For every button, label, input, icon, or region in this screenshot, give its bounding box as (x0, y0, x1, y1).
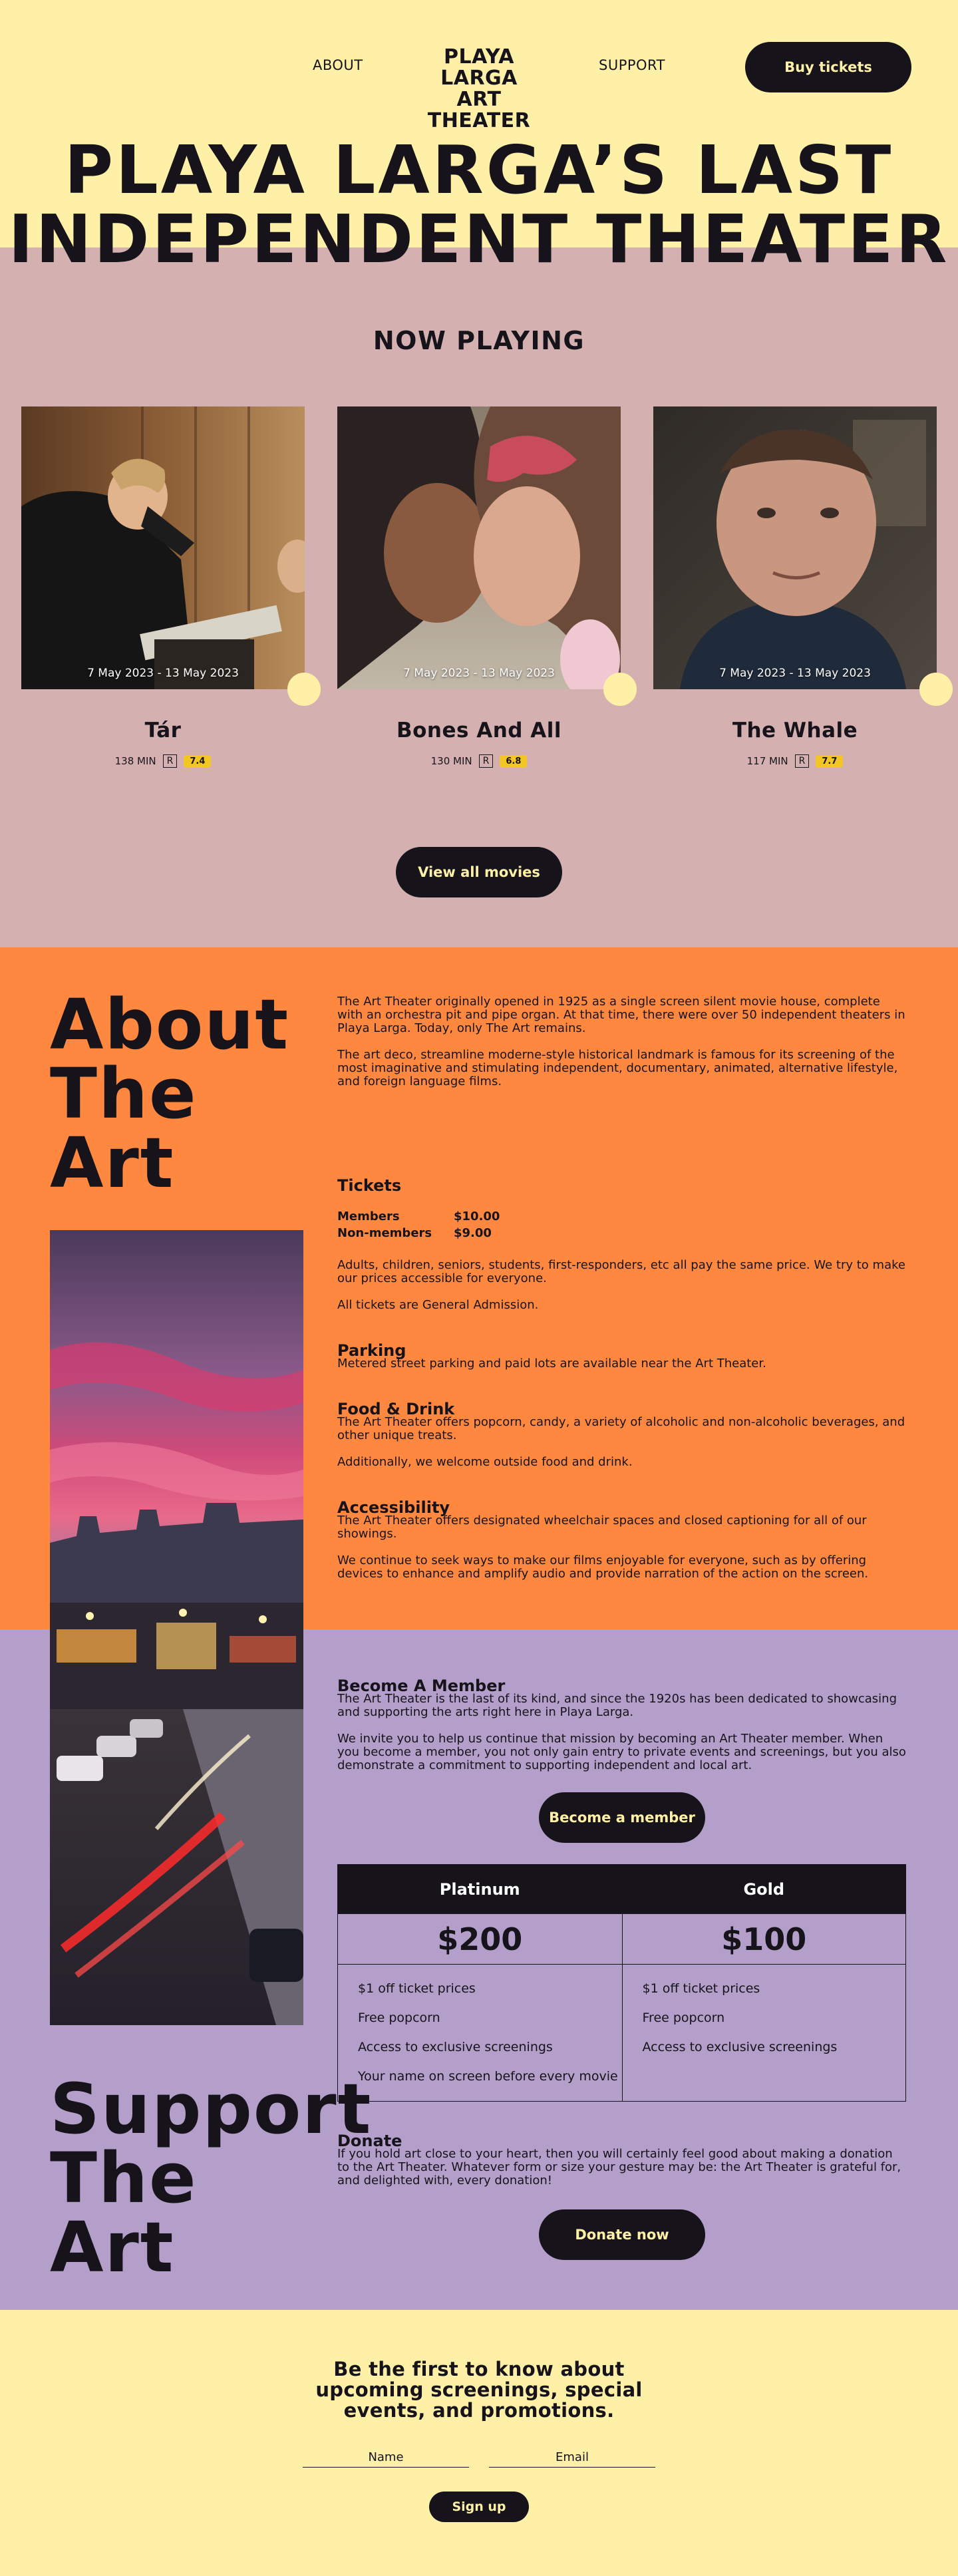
logo-line-1: PLAYA LARGA (440, 45, 518, 90)
support-heading-line-1: Support (50, 2068, 373, 2150)
tier-perk: Free popcorn (642, 2011, 725, 2025)
movie-score-badge: 7.7 (816, 754, 844, 768)
membership-tiers-table: Platinum $200 $1 off ticket prices Free … (337, 1864, 906, 2102)
movie-title[interactable]: The Whale (653, 719, 937, 742)
nonmembers-label: Non-members (337, 1226, 432, 1240)
city-street-image (50, 1230, 303, 2025)
nav-support-link[interactable]: SUPPORT (599, 57, 665, 73)
nonmembers-price-row: Non-members $9.00 (337, 1226, 492, 1240)
about-heading: About The Art (50, 990, 316, 1198)
about-heading-line-1: About (50, 984, 290, 1065)
site-logo[interactable]: PLAYA LARGA ART THEATER (402, 47, 556, 132)
tickets-paragraph: Adults, children, seniors, students, fir… (337, 1258, 905, 1285)
tier-perk: $1 off ticket prices (358, 1981, 476, 1996)
about-heading-line-2: The (50, 1053, 198, 1134)
members-price: $10.00 (454, 1209, 500, 1223)
tier-platinum[interactable]: Platinum $200 $1 off ticket prices Free … (338, 1865, 622, 2101)
logo-line-2: ART THEATER (427, 88, 531, 132)
members-label: Members (337, 1209, 400, 1223)
movie-rating: R (162, 754, 178, 768)
movie-card[interactable]: 7 May 2023 - 13 May 2023 Bones And All 1… (337, 406, 637, 768)
hero-title-line-2: INDEPENDENT THEATER (8, 200, 950, 278)
nonmembers-price: $9.00 (454, 1226, 492, 1240)
food-drink-paragraph: Additionally, we welcome outside food an… (337, 1455, 633, 1469)
accessibility-paragraph: We continue to seek ways to make our fil… (337, 1553, 869, 1581)
poster-image-tar (21, 406, 305, 689)
member-paragraph: We invite you to help us continue that m… (337, 1732, 906, 1772)
movie-card[interactable]: 7 May 2023 - 13 May 2023 Tár 138 MIN R 7… (21, 406, 321, 768)
movie-title[interactable]: Tár (21, 719, 305, 742)
tier-perk: $1 off ticket prices (642, 1981, 760, 1996)
movie-rating: R (794, 754, 810, 768)
movie-runtime: 138 MIN (114, 755, 156, 767)
about-heading-line-3: Art (50, 1122, 175, 1204)
tier-gold[interactable]: Gold $100 $1 off ticket prices Free popc… (621, 1865, 906, 2101)
now-playing-heading: NOW PLAYING (373, 326, 585, 355)
movie-rating: R (478, 754, 494, 768)
movie-score-badge: 7.4 (184, 754, 212, 768)
movie-dates: 7 May 2023 - 13 May 2023 (403, 667, 555, 680)
members-price-row: Members $10.00 (337, 1209, 500, 1223)
city-street-photo (50, 1230, 303, 2025)
become-member-button[interactable]: Become a member (539, 1792, 705, 1843)
tier-perk: Free popcorn (358, 2011, 440, 2025)
hero-title: PLAYA LARGA’S LAST INDEPENDENT THEATER (0, 136, 958, 274)
food-drink-paragraph: The Art Theater offers popcorn, candy, a… (337, 1415, 905, 1442)
movie-poster[interactable]: 7 May 2023 - 13 May 2023 (21, 406, 305, 689)
support-heading-line-3: Art (50, 2207, 175, 2288)
nav-about-link[interactable]: ABOUT (313, 57, 363, 73)
hero-title-line-1: PLAYA LARGA’S LAST (64, 131, 894, 209)
support-heading: Support The Art (50, 2068, 373, 2288)
movie-meta: 130 MIN R 6.8 (337, 754, 621, 768)
movie-poster[interactable]: 7 May 2023 - 13 May 2023 (653, 406, 937, 689)
tier-perk: Access to exclusive screenings (358, 2040, 553, 2054)
tier-perk: Access to exclusive screenings (642, 2040, 838, 2054)
donate-paragraph: If you hold art close to your heart, the… (337, 2147, 901, 2187)
movie-meta: 117 MIN R 7.7 (653, 754, 937, 768)
tier-perks-list: $1 off ticket prices Free popcorn Access… (338, 1965, 622, 2091)
about-intro-paragraph: The art deco, streamline moderne-style h… (337, 1048, 898, 1088)
movie-score-badge: 6.8 (500, 754, 528, 768)
parking-paragraph: Metered street parking and paid lots are… (337, 1357, 766, 1370)
poster-image-bones-and-all (337, 406, 621, 689)
movie-dates: 7 May 2023 - 13 May 2023 (87, 667, 239, 680)
tickets-paragraph: All tickets are General Admission. (337, 1298, 539, 1312)
newsletter-heading: Be the first to know about upcoming scre… (315, 2358, 643, 2422)
view-all-movies-button[interactable]: View all movies (396, 847, 562, 897)
movie-runtime: 130 MIN (430, 755, 472, 767)
tier-price: $100 (622, 1914, 905, 1965)
donate-now-button[interactable]: Donate now (539, 2209, 705, 2260)
newsletter-name-field[interactable]: Name (303, 2450, 469, 2468)
about-intro-paragraph: The Art Theater originally opened in 192… (337, 995, 905, 1035)
newsletter-section (0, 2310, 958, 2576)
poster-image-the-whale (653, 406, 937, 689)
movie-runtime: 117 MIN (746, 755, 788, 767)
buy-tickets-button[interactable]: Buy tickets (745, 42, 911, 92)
tickets-heading: Tickets (337, 1176, 402, 1195)
movie-dates: 7 May 2023 - 13 May 2023 (719, 667, 871, 680)
decorative-dot (603, 673, 637, 706)
movie-card[interactable]: 7 May 2023 - 13 May 2023 The Whale 117 M… (653, 406, 953, 768)
tier-name: Gold (622, 1865, 905, 1914)
newsletter-email-field[interactable]: Email (489, 2450, 655, 2468)
tier-name: Platinum (338, 1865, 622, 1914)
accessibility-paragraph: The Art Theater offers designated wheelc… (337, 1514, 867, 1541)
tier-perks-list: $1 off ticket prices Free popcorn Access… (623, 1965, 906, 2062)
tier-price: $200 (338, 1914, 622, 1965)
movie-meta: 138 MIN R 7.4 (21, 754, 305, 768)
tier-perk: Your name on screen before every movie (358, 2069, 618, 2084)
decorative-dot (287, 673, 321, 706)
member-paragraph: The Art Theater is the last of its kind,… (337, 1692, 897, 1719)
support-heading-line-2: The (50, 2138, 198, 2219)
sign-up-button[interactable]: Sign up (429, 2492, 529, 2522)
movie-poster[interactable]: 7 May 2023 - 13 May 2023 (337, 406, 621, 689)
decorative-dot (919, 673, 953, 706)
movie-title[interactable]: Bones And All (337, 719, 621, 742)
